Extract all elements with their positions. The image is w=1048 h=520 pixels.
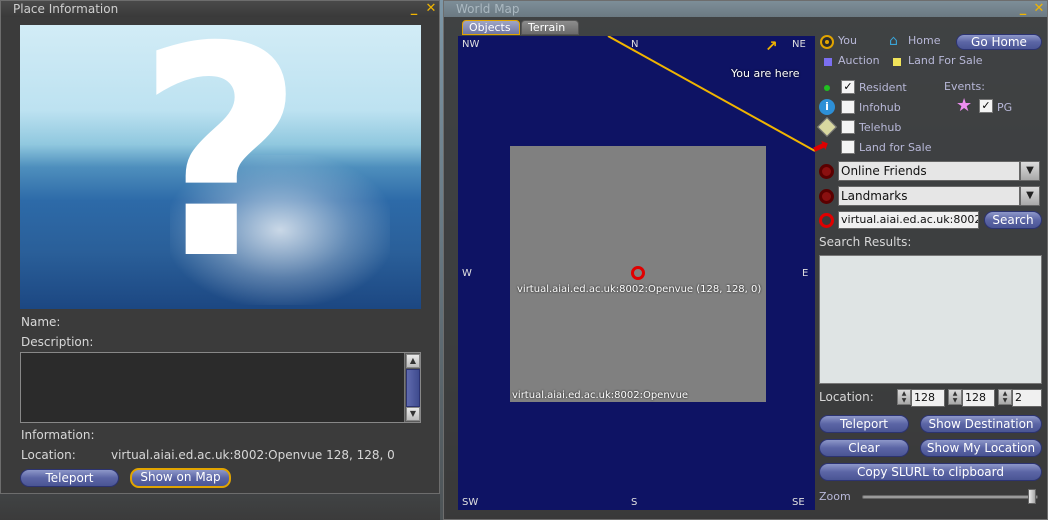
location-label: Location: (819, 390, 874, 404)
land-for-sale-label: Land for Sale (859, 141, 932, 154)
teleport-button[interactable]: Teleport (20, 469, 119, 487)
zoom-slider-track[interactable] (862, 495, 1038, 499)
world-map-title[interactable]: World Map (444, 1, 1047, 17)
pg-star-icon: ★ (956, 95, 973, 116)
tab-terrain[interactable]: Terrain (521, 20, 579, 35)
minimize-icon[interactable]: _ (407, 1, 421, 17)
location-x-field[interactable]: 128 (911, 389, 945, 407)
chevron-down-icon[interactable]: ▼ (1020, 186, 1040, 206)
resident-label: Resident (859, 81, 907, 94)
description-label: Description: (21, 335, 94, 349)
location-y-spinner[interactable]: ▲ ▼ (948, 389, 962, 405)
zoom-label: Zoom (819, 490, 851, 503)
place-information-window: Place Information _ ✕ ? Name: Descriptio… (0, 0, 440, 494)
resident-dot-icon (824, 85, 830, 91)
teleport-button[interactable]: Teleport (819, 415, 909, 433)
zoom-slider-thumb[interactable] (1028, 489, 1037, 504)
location-x-spinner[interactable]: ▲ ▼ (897, 389, 911, 405)
location-y-field[interactable]: 128 (962, 389, 995, 407)
location-value: virtual.aiai.ed.ac.uk:8002:Openvue 128, … (111, 448, 395, 462)
search-button[interactable]: Search (984, 211, 1042, 229)
friends-indicator-icon (819, 164, 834, 179)
location-label: Location: (21, 448, 76, 462)
compass-e: E (802, 268, 809, 279)
landmarks-indicator-icon (819, 189, 834, 204)
place-info-title[interactable]: Place Information (1, 1, 439, 17)
compass-n: N (631, 39, 639, 50)
auction-icon (824, 58, 832, 66)
description-scrollbar[interactable]: ▲ ▼ (404, 353, 420, 422)
location-z-spinner[interactable]: ▲ ▼ (998, 389, 1012, 405)
compass-ne: NE (792, 39, 806, 50)
search-indicator-icon (819, 213, 834, 228)
scroll-up-icon[interactable]: ▲ (406, 354, 420, 368)
region-name-label: virtual.aiai.ed.ac.uk:8002:Openvue (512, 390, 689, 401)
minimize-icon[interactable]: _ (1016, 1, 1030, 17)
pg-label: PG (997, 101, 1013, 114)
compass-w: W (462, 268, 472, 279)
show-on-map-button[interactable]: Show on Map (130, 468, 231, 488)
infohub-label: Infohub (859, 101, 901, 114)
land-for-sale-legend-label: Land For Sale (908, 54, 983, 67)
auction-legend-label: Auction (838, 54, 880, 67)
track-line (607, 36, 815, 152)
compass-se: SE (792, 497, 805, 508)
you-legend-label: You (838, 34, 857, 47)
world-map-window: World Map _ ✕ Objects Terrain NW N NE W … (443, 0, 1048, 520)
search-results-label: Search Results: (819, 235, 912, 249)
information-label: Information: (21, 428, 95, 442)
compass-sw: SW (462, 497, 479, 508)
direction-arrow-icon: ↗ (765, 37, 778, 55)
copy-slurl-button[interactable]: Copy SLURL to clipboard (819, 463, 1042, 481)
tab-objects[interactable]: Objects (462, 20, 520, 35)
search-results-list[interactable] (819, 255, 1042, 384)
land-for-sale-legend-icon (893, 58, 901, 66)
close-icon[interactable]: ✕ (1032, 1, 1046, 17)
home-icon: ⌂ (889, 33, 898, 49)
resident-checkbox[interactable]: ✓ (841, 80, 855, 94)
telehub-checkbox[interactable] (841, 120, 855, 134)
chevron-down-icon[interactable]: ▼ (1020, 161, 1040, 181)
infohub-checkbox[interactable] (841, 100, 855, 114)
infohub-icon: i (819, 99, 835, 115)
name-label: Name: (21, 315, 61, 329)
question-mark-icon: ? (136, 25, 305, 309)
description-textbox[interactable]: ▲ ▼ (20, 352, 421, 423)
world-map-canvas[interactable]: NW N NE W E SW S SE ↗ You are here virtu… (458, 36, 815, 510)
online-friends-combo[interactable]: Online Friends (838, 161, 1020, 181)
show-my-location-button[interactable]: Show My Location (920, 439, 1042, 457)
clear-button[interactable]: Clear (819, 439, 909, 457)
go-home-button[interactable]: Go Home (956, 34, 1042, 50)
location-z-field[interactable]: 2 (1012, 389, 1042, 407)
land-for-sale-checkbox[interactable] (841, 140, 855, 154)
close-icon[interactable]: ✕ (424, 1, 438, 17)
landmarks-combo[interactable]: Landmarks (838, 186, 1020, 206)
events-label: Events: (944, 80, 985, 93)
home-legend-label: Home (908, 34, 941, 47)
show-destination-button[interactable]: Show Destination (920, 415, 1042, 433)
region-location-label: virtual.aiai.ed.ac.uk:8002:Openvue (128,… (517, 284, 762, 295)
search-input[interactable]: virtual.aiai.ed.ac.uk:8002:O (838, 211, 979, 229)
compass-nw: NW (462, 39, 480, 50)
pg-checkbox[interactable]: ✓ (979, 99, 993, 113)
you-icon (820, 35, 834, 49)
location-marker-icon (631, 266, 645, 280)
place-snapshot-image: ? (20, 25, 421, 309)
scroll-thumb[interactable] (406, 369, 420, 407)
you-are-here-label: You are here (731, 67, 800, 80)
telehub-label: Telehub (859, 121, 902, 134)
compass-s: S (631, 497, 638, 508)
scroll-down-icon[interactable]: ▼ (406, 407, 420, 421)
